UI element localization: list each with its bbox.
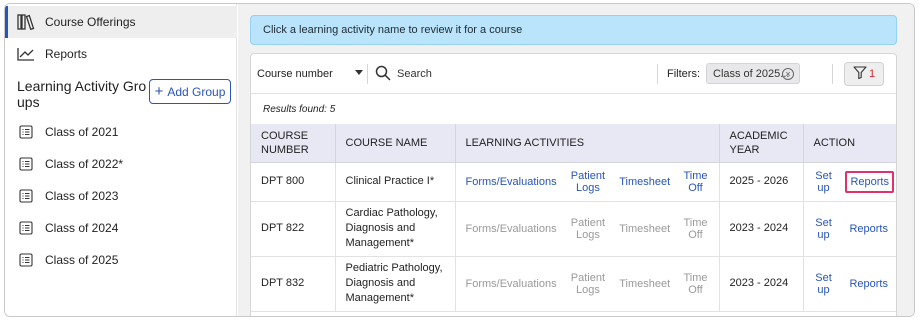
course-number-cell: DPT 822 (251, 201, 336, 257)
course-name-cell: Cardiac Pathology, Diagnosis and Managem… (335, 201, 456, 257)
group-label: Class of 2024 (45, 221, 119, 235)
column-header[interactable]: COURSE NUMBER (251, 124, 336, 163)
banner-text: Click a learning activity name to review… (263, 24, 523, 36)
sidebar: Course Offerings Reports Learning Activi… (5, 4, 237, 316)
action-cell: Set up Reports (803, 201, 896, 257)
filter-chip-label: Class of 2025... (713, 67, 790, 80)
learning-activity-groups-header: Learning Activity Groups + Add Group (17, 76, 232, 112)
sidebar-group-class-of-2025[interactable]: Class of 2025 (5, 244, 237, 276)
timesheet-link: Timesheet (619, 277, 671, 290)
list-icon (17, 155, 35, 173)
action-cell: Set up Reports (803, 256, 896, 312)
caret-down-icon (355, 70, 363, 75)
search-input[interactable] (397, 68, 517, 80)
forms-evaluations-link[interactable]: Forms/Evaluations (466, 176, 557, 188)
reports-link[interactable]: Reports (849, 278, 888, 290)
setup-link[interactable]: Set up (814, 217, 834, 241)
academic-year-cell: 2023 - 2024 (719, 256, 804, 312)
sidebar-group-class-of-2023[interactable]: Class of 2023 (5, 180, 237, 212)
sidebar-item-reports[interactable]: Reports (5, 38, 237, 70)
results-count: Results found: 5 (263, 104, 336, 115)
learning-activities-cell: Forms/Evaluations Patient Logs Timesheet… (455, 162, 720, 202)
time-off-link: Time Off (683, 216, 708, 241)
sidebar-item-label: Reports (45, 47, 88, 61)
add-group-label: Add Group (167, 84, 226, 99)
course-card: Course number Filters: Class of 2025... … (250, 53, 897, 316)
funnel-icon (853, 66, 867, 82)
search-icon (375, 65, 391, 84)
course-number-cell: DPT 832 (251, 256, 336, 312)
add-group-button[interactable]: + Add Group (149, 79, 231, 104)
select-value: Course number (257, 68, 333, 80)
list-icon (17, 123, 35, 141)
setup-link[interactable]: Set up (814, 272, 834, 296)
column-header: LEARNING ACTIVITIES (455, 124, 720, 163)
column-header: ACTION (803, 124, 896, 163)
reports-link[interactable]: Reports (845, 170, 894, 193)
close-icon[interactable]: × (782, 68, 794, 80)
time-off-link[interactable]: Time Off (682, 170, 708, 194)
course-number-select[interactable]: Course number (257, 65, 363, 83)
plus-icon: + (154, 83, 164, 100)
academic-year-cell: 2025 - 2026 (719, 162, 804, 202)
sidebar-group-class-of-2022[interactable]: Class of 2022* (5, 148, 237, 180)
patient-logs-link[interactable]: Patient Logs (569, 170, 607, 194)
filter-chip[interactable]: Class of 2025... × (706, 63, 800, 84)
list-icon (17, 251, 35, 269)
group-section-title: Learning Activity Groups (17, 78, 147, 110)
course-number-cell: DPT 800 (251, 162, 336, 202)
group-label: Class of 2023 (45, 189, 119, 203)
table-row: DPT 832 Pediatric Pathology, Diagnosis a… (251, 256, 896, 312)
academic-year-cell: 2023 - 2024 (719, 201, 804, 257)
column-header[interactable]: ACADEMIC YEAR (719, 124, 804, 163)
course-name-cell: Clinical Practice I* (335, 162, 456, 202)
forms-evaluations-link: Forms/Evaluations (465, 222, 557, 235)
column-header[interactable]: COURSE NAME (335, 124, 456, 163)
group-label: Class of 2021 (45, 125, 119, 139)
line-chart-icon (17, 45, 35, 63)
timesheet-link[interactable]: Timesheet (619, 176, 670, 188)
info-banner: Click a learning activity name to review… (250, 15, 897, 45)
sidebar-item-label: Course Offerings (45, 15, 136, 29)
learning-activities-cell: Forms/Evaluations Patient Logs Timesheet… (455, 201, 720, 257)
courses-table: COURSE NUMBER COURSE NAME LEARNING ACTIV… (251, 124, 896, 312)
divider (367, 64, 368, 84)
filters-label: Filters: (667, 68, 700, 80)
books-icon (17, 13, 35, 31)
reports-link[interactable]: Reports (849, 223, 888, 235)
sidebar-group-class-of-2021[interactable]: Class of 2021 (5, 116, 237, 148)
forms-evaluations-link: Forms/Evaluations (465, 277, 557, 290)
filter-button[interactable]: 1 (844, 62, 884, 86)
table-row: DPT 822 Cardiac Pathology, Diagnosis and… (251, 201, 896, 257)
divider (832, 64, 833, 84)
filter-count: 1 (868, 68, 876, 80)
patient-logs-link: Patient Logs (570, 216, 606, 241)
setup-link[interactable]: Set up (814, 170, 834, 194)
action-cell: Set up Reports (803, 162, 896, 202)
app-window: Course Offerings Reports Learning Activi… (4, 3, 915, 317)
table-header-row: COURSE NUMBER COURSE NAME LEARNING ACTIV… (251, 124, 896, 163)
sidebar-group-class-of-2024[interactable]: Class of 2024 (5, 212, 237, 244)
sidebar-item-course-offerings[interactable]: Course Offerings (5, 6, 237, 38)
toolbar: Course number Filters: Class of 2025... … (251, 54, 896, 94)
group-label: Class of 2022* (45, 157, 124, 171)
group-label: Class of 2025 (45, 253, 119, 267)
learning-activities-cell: Forms/Evaluations Patient Logs Timesheet… (455, 256, 720, 312)
divider (657, 64, 658, 84)
time-off-link: Time Off (683, 271, 708, 296)
course-name-cell: Pediatric Pathology, Diagnosis and Manag… (335, 256, 456, 312)
patient-logs-link: Patient Logs (570, 271, 606, 296)
timesheet-link: Timesheet (619, 222, 671, 235)
list-icon (17, 187, 35, 205)
search-box (375, 65, 535, 83)
list-icon (17, 219, 35, 237)
main-content: Click a learning activity name to review… (238, 4, 914, 316)
table-row: DPT 800 Clinical Practice I* Forms/Evalu… (251, 162, 896, 202)
